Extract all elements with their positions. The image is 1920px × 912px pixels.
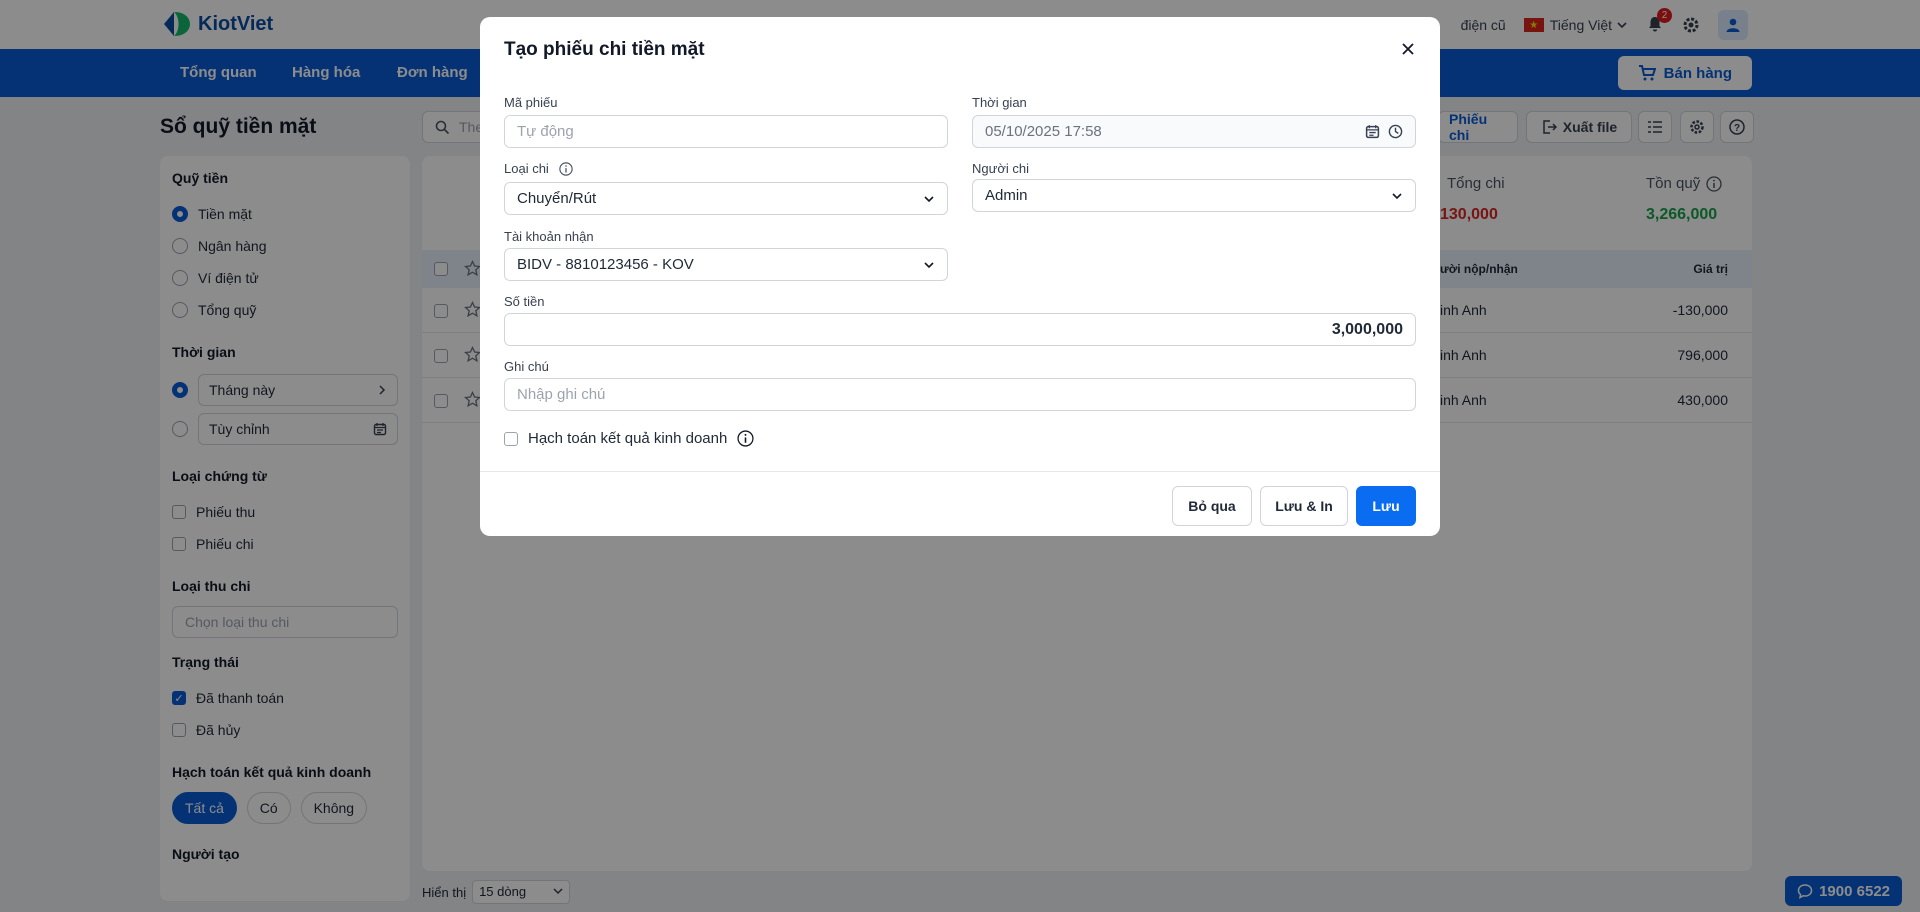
code-input[interactable]: Tự động <box>504 115 948 148</box>
time-input[interactable]: 05/10/2025 17:58 <box>972 115 1416 148</box>
payer-value: Admin <box>985 187 1028 204</box>
payer-select[interactable]: Admin <box>972 179 1416 212</box>
dialog-title: Tạo phiếu chi tiền mặt <box>504 39 705 60</box>
account-label: Tài khoản nhận <box>504 229 594 244</box>
chevron-down-icon <box>924 261 934 268</box>
note-placeholder: Nhập ghi chú <box>517 386 606 403</box>
account-value: BIDV - 8810123456 - KOV <box>517 256 694 273</box>
info-icon[interactable] <box>559 161 573 176</box>
chevron-down-icon <box>1392 192 1402 199</box>
type-select[interactable]: Chuyển/Rút <box>504 182 948 215</box>
accounting-checkbox-row[interactable]: Hạch toán kết quả kinh doanh <box>504 430 754 447</box>
chevron-down-icon <box>924 195 934 202</box>
code-label: Mã phiếu <box>504 95 558 110</box>
accounting-label: Hạch toán kết quả kinh doanh <box>528 430 728 447</box>
account-select[interactable]: BIDV - 8810123456 - KOV <box>504 248 948 281</box>
code-placeholder: Tự động <box>517 123 574 140</box>
type-label: Loại chi <box>504 161 549 176</box>
note-label: Ghi chú <box>504 359 549 374</box>
dialog-footer-divider <box>480 471 1440 472</box>
close-icon[interactable] <box>1398 39 1418 59</box>
amount-input[interactable]: 3,000,000 <box>504 313 1416 346</box>
calendar-icon[interactable] <box>1365 124 1380 139</box>
accounting-checkbox[interactable] <box>504 431 518 446</box>
note-input[interactable]: Nhập ghi chú <box>504 378 1416 411</box>
skip-button[interactable]: Bỏ qua <box>1172 486 1252 526</box>
type-value: Chuyển/Rút <box>517 190 597 207</box>
payer-label: Người chi <box>972 161 1029 176</box>
amount-label: Số tiền <box>504 294 545 309</box>
type-label-group: Loại chi <box>504 161 573 176</box>
save-button[interactable]: Lưu <box>1356 486 1416 526</box>
clock-icon[interactable] <box>1388 124 1403 139</box>
info-icon[interactable] <box>737 430 754 447</box>
save-and-print-button[interactable]: Lưu & In <box>1260 486 1348 526</box>
time-value: 05/10/2025 17:58 <box>985 123 1102 140</box>
create-cash-payment-dialog: Tạo phiếu chi tiền mặt Mã phiếu Tự động … <box>480 17 1440 536</box>
amount-value: 3,000,000 <box>1331 320 1403 338</box>
time-label: Thời gian <box>972 95 1027 110</box>
